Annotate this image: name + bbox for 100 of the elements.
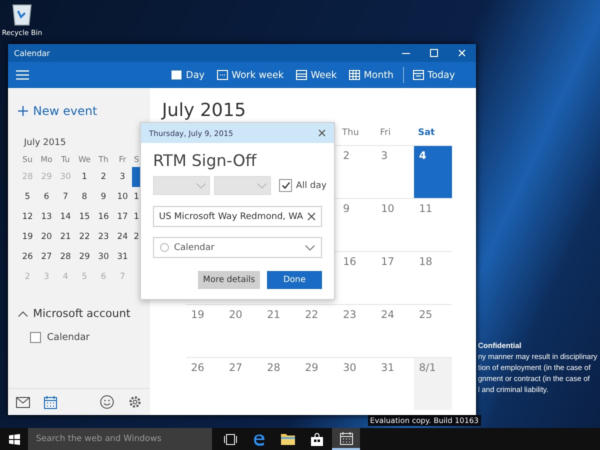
- maximize-icon: [430, 49, 438, 57]
- weekday-header: Fri: [379, 128, 392, 140]
- day-cell[interactable]: 6: [37, 187, 56, 207]
- folder-icon[interactable]: [281, 433, 295, 445]
- day-cell[interactable]: 21: [262, 304, 300, 357]
- day-cell[interactable]: 31: [113, 247, 132, 267]
- chevron-down-icon: [257, 182, 267, 188]
- taskbar-button[interactable]: [332, 428, 360, 450]
- day-cell[interactable]: 12: [18, 207, 37, 227]
- close-icon[interactable]: [307, 212, 316, 221]
- view-button[interactable]: Day: [168, 68, 208, 82]
- day-cell[interactable]: 3: [113, 167, 132, 187]
- day-cell[interactable]: 26: [186, 357, 224, 410]
- windows-start-icon[interactable]: [8, 434, 20, 444]
- trash-bin-icon[interactable]: [11, 2, 33, 26]
- day-cell[interactable]: 2: [132, 227, 141, 247]
- day-cell[interactable]: 20: [224, 304, 262, 357]
- calendar-dropdown[interactable]: Calendar: [153, 237, 322, 258]
- search-field[interactable]: Search the web and Windows: [28, 428, 212, 450]
- day-cell[interactable]: 10: [376, 198, 414, 251]
- browser-e-icon[interactable]: [252, 432, 266, 446]
- done-button[interactable]: Done: [267, 271, 322, 289]
- calendar-icon[interactable]: [44, 396, 57, 408]
- day-cell[interactable]: 1: [132, 187, 141, 207]
- view-button[interactable]: Month: [346, 68, 397, 82]
- day-cell[interactable]: 5: [18, 187, 37, 207]
- day-cell[interactable]: 14: [56, 207, 75, 227]
- day-cell[interactable]: 4: [414, 145, 452, 198]
- weekday-label: We: [77, 154, 92, 166]
- day-cell[interactable]: 29: [75, 247, 94, 267]
- day-cell[interactable]: 17: [376, 251, 414, 304]
- weekday-label: Su: [21, 154, 34, 166]
- weekday-header: Sat: [417, 128, 436, 140]
- mail-icon[interactable]: [16, 396, 30, 408]
- event-title-field[interactable]: RTM Sign-Off: [153, 151, 334, 170]
- menu-icon[interactable]: [16, 70, 29, 80]
- day-cell[interactable]: 11: [414, 198, 452, 251]
- day-cell[interactable]: 17: [113, 207, 132, 227]
- day-cell[interactable]: 8/1: [414, 357, 452, 410]
- day-cell[interactable]: 2: [338, 145, 376, 198]
- day-cell[interactable]: 16: [94, 207, 113, 227]
- task-view-icon[interactable]: [224, 434, 236, 444]
- month-title: July 2015: [162, 100, 246, 122]
- location-field[interactable]: US Microsoft Way Redmond, WA: [153, 206, 322, 227]
- day-cell[interactable]: 21: [56, 227, 75, 247]
- day-cell[interactable]: 30: [94, 247, 113, 267]
- day-cell[interactable]: 9: [94, 187, 113, 207]
- day-cell[interactable]: 23: [338, 304, 376, 357]
- chevron-down-icon: [196, 182, 206, 188]
- day-cell[interactable]: 29: [300, 357, 338, 410]
- day-cell[interactable]: 13: [37, 207, 56, 227]
- day-cell[interactable]: 22: [75, 227, 94, 247]
- day-cell[interactable]: 22: [300, 304, 338, 357]
- mini-calendar-title: July 2015: [24, 138, 66, 148]
- today-button[interactable]: Today: [410, 68, 458, 82]
- day-cell[interactable]: 24: [113, 227, 132, 247]
- day-cell[interactable]: 18: [414, 251, 452, 304]
- checkbox[interactable]: [30, 332, 41, 343]
- weekday-label: Mo: [40, 154, 54, 166]
- close-icon[interactable]: [318, 129, 326, 137]
- month-view-icon: [348, 70, 360, 80]
- day-cell[interactable]: 16: [338, 251, 376, 304]
- day-cell[interactable]: 24: [376, 304, 414, 357]
- day-cell[interactable]: 7: [56, 187, 75, 207]
- view-button[interactable]: Week: [292, 68, 340, 82]
- day-cell[interactable]: 10: [113, 187, 132, 207]
- shopping-bag-icon[interactable]: [311, 432, 323, 446]
- work-week-view-icon: [216, 70, 228, 80]
- day-cell[interactable]: 1: [75, 167, 94, 187]
- day-cell[interactable]: 26: [18, 247, 37, 267]
- day-cell[interactable]: 8: [75, 187, 94, 207]
- day-cell[interactable]: 27: [37, 247, 56, 267]
- day-cell[interactable]: 27: [224, 357, 262, 410]
- day-view-icon: [170, 70, 182, 80]
- weekday-label: Th: [98, 154, 110, 166]
- all-day-checkbox[interactable]: [279, 179, 292, 192]
- day-cell[interactable]: 9: [338, 198, 376, 251]
- day-cell[interactable]: 23: [94, 227, 113, 247]
- new-event-button[interactable]: New event: [16, 102, 100, 120]
- settings-icon[interactable]: [128, 395, 142, 409]
- day-cell[interactable]: 1: [132, 207, 141, 227]
- account-header[interactable]: Microsoft account: [16, 305, 132, 322]
- day-cell[interactable]: 30: [338, 357, 376, 410]
- chevron-down-icon: [305, 244, 315, 250]
- day-cell[interactable]: 19: [186, 304, 224, 357]
- chevron-up-icon: [18, 310, 28, 316]
- day-cell[interactable]: 19: [18, 227, 37, 247]
- day-cell[interactable]: 20: [37, 227, 56, 247]
- day-cell[interactable]: 15: [75, 207, 94, 227]
- day-cell[interactable]: 28: [56, 247, 75, 267]
- day-cell[interactable]: 2: [94, 167, 113, 187]
- circle-icon: [160, 243, 169, 252]
- view-button[interactable]: Work week: [214, 68, 287, 82]
- more-details-button[interactable]: More details: [198, 271, 260, 289]
- weekday-label: Tu: [60, 154, 71, 166]
- day-cell[interactable]: 28: [262, 357, 300, 410]
- smiley-icon[interactable]: [100, 395, 114, 409]
- check-icon: [282, 182, 290, 189]
- today-icon: [412, 70, 424, 80]
- calendar-label: Calendar: [47, 332, 90, 343]
